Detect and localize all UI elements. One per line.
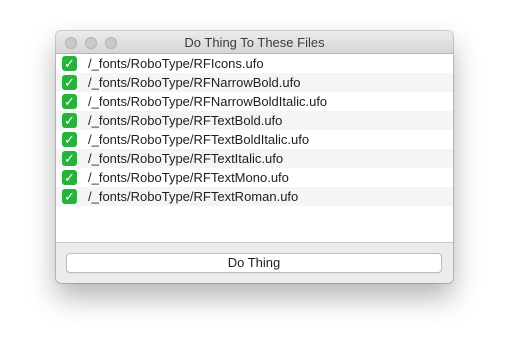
file-list[interactable]: ✓ /_fonts/RoboType/RFIcons.ufo ✓ /_fonts…: [56, 54, 453, 243]
window: Do Thing To These Files ✓ /_fonts/RoboTy…: [56, 31, 453, 283]
check-icon[interactable]: ✓: [62, 132, 77, 147]
file-path: /_fonts/RoboType/RFTextItalic.ufo: [88, 151, 284, 166]
list-item[interactable]: ✓ /_fonts/RoboType/RFTextMono.ufo: [56, 168, 453, 187]
list-item[interactable]: ✓ /_fonts/RoboType/RFIcons.ufo: [56, 54, 453, 73]
check-icon[interactable]: ✓: [62, 75, 77, 90]
list-item[interactable]: ✓ /_fonts/RoboType/RFTextItalic.ufo: [56, 149, 453, 168]
list-item[interactable]: ✓ /_fonts/RoboType/RFTextRoman.ufo: [56, 187, 453, 206]
check-icon[interactable]: ✓: [62, 189, 77, 204]
file-path: /_fonts/RoboType/RFTextMono.ufo: [88, 170, 289, 185]
list-item[interactable]: ✓ /_fonts/RoboType/RFTextBoldItalic.ufo: [56, 130, 453, 149]
title-bar: Do Thing To These Files: [56, 31, 453, 54]
check-icon[interactable]: ✓: [62, 113, 77, 128]
file-path: /_fonts/RoboType/RFTextRoman.ufo: [88, 189, 299, 204]
file-path: /_fonts/RoboType/RFTextBoldItalic.ufo: [88, 132, 310, 147]
file-path: /_fonts/RoboType/RFIcons.ufo: [88, 56, 264, 71]
check-icon[interactable]: ✓: [62, 56, 77, 71]
check-icon[interactable]: ✓: [62, 94, 77, 109]
window-title: Do Thing To These Files: [184, 35, 325, 50]
file-path: /_fonts/RoboType/RFNarrowBoldItalic.ufo: [88, 94, 328, 109]
check-icon[interactable]: ✓: [62, 151, 77, 166]
list-item[interactable]: ✓ /_fonts/RoboType/RFNarrowBoldItalic.uf…: [56, 92, 453, 111]
file-path: /_fonts/RoboType/RFNarrowBold.ufo: [88, 75, 301, 90]
list-item[interactable]: ✓ /_fonts/RoboType/RFTextBold.ufo: [56, 111, 453, 130]
file-path: /_fonts/RoboType/RFTextBold.ufo: [88, 113, 283, 128]
list-item[interactable]: ✓ /_fonts/RoboType/RFNarrowBold.ufo: [56, 73, 453, 92]
do-thing-button[interactable]: Do Thing: [66, 253, 442, 273]
check-icon[interactable]: ✓: [62, 170, 77, 185]
